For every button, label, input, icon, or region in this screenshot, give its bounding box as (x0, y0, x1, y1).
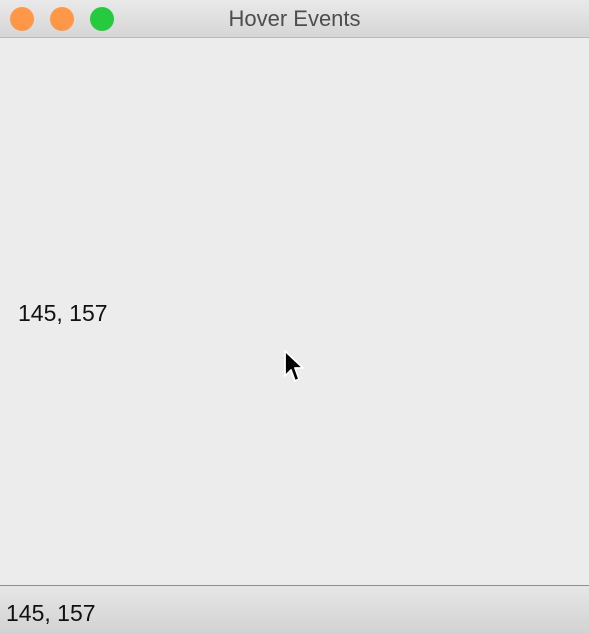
status-coordinates: 145, 157 (6, 600, 96, 626)
hover-area[interactable]: 145, 157 (0, 38, 589, 585)
title-bar[interactable]: Hover Events (0, 0, 589, 38)
arrow-cursor-icon (284, 350, 304, 382)
status-bar: 145, 157 (0, 585, 589, 634)
app-window: Hover Events 145, 157 145, 157 (0, 0, 589, 634)
coordinate-label: 145, 157 (18, 300, 108, 326)
window-title: Hover Events (228, 6, 361, 31)
